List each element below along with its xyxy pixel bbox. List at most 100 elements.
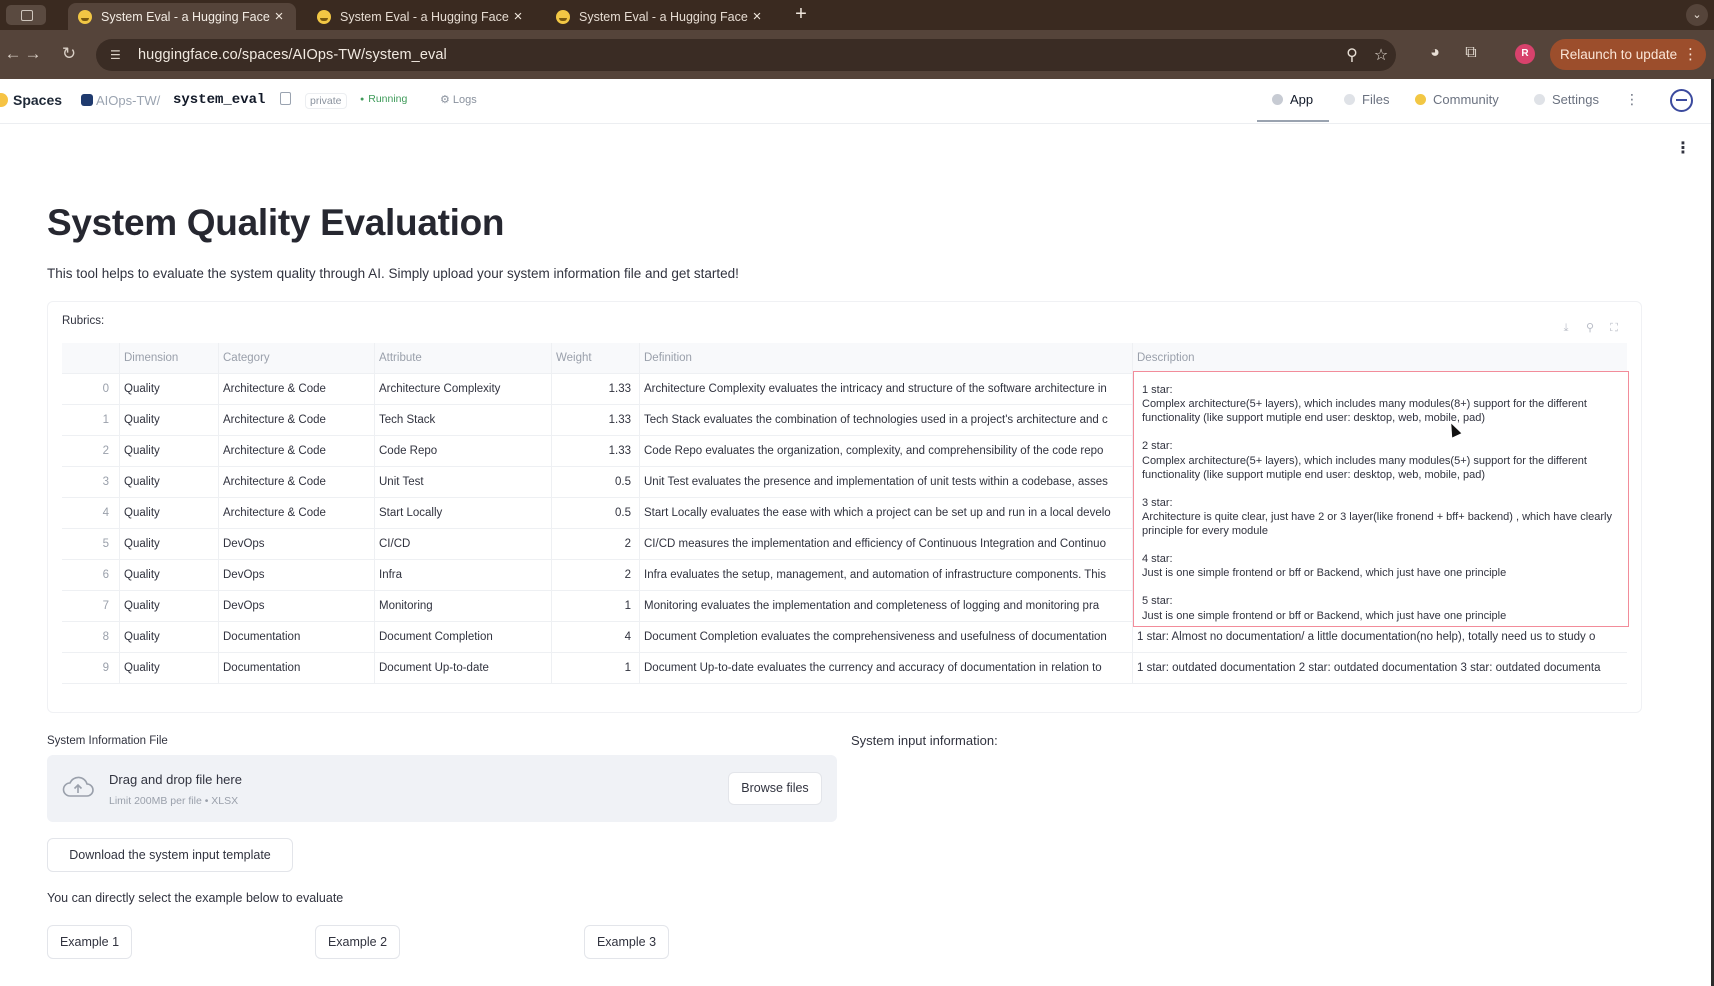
cell-weight[interactable]: 4 (552, 622, 640, 653)
hugging-face-logo-icon[interactable] (0, 93, 8, 107)
cell-dimension[interactable]: Quality (120, 653, 219, 684)
cell-dimension[interactable]: Quality (120, 405, 219, 436)
fullscreen-icon[interactable]: ⛶ (1607, 321, 1621, 335)
back-arrow-icon[interactable]: ← (2, 43, 24, 65)
cell-weight[interactable]: 1 (552, 653, 640, 684)
tab-files[interactable]: Files (1344, 92, 1389, 107)
column-header-description[interactable]: Description (1133, 343, 1627, 374)
cell-dimension[interactable]: Quality (120, 436, 219, 467)
logs-link[interactable]: ⚙ Logs (440, 93, 477, 106)
cell-attribute[interactable]: Monitoring (375, 591, 552, 622)
cell-definition[interactable]: Code Repo evaluates the organization, co… (640, 436, 1133, 467)
extension-icon[interactable]: ◕ (1425, 43, 1445, 63)
cell-definition[interactable]: Unit Test evaluates the presence and imp… (640, 467, 1133, 498)
example-3-button[interactable]: Example 3 (584, 925, 669, 959)
cell-weight[interactable]: 0.5 (552, 498, 640, 529)
forward-arrow-icon[interactable]: → (22, 43, 44, 65)
cell-attribute[interactable]: Tech Stack (375, 405, 552, 436)
cell-attribute[interactable]: Document Completion (375, 622, 552, 653)
app-main-menu-icon[interactable]: ⋮ (1675, 141, 1691, 157)
extensions-puzzle-icon[interactable]: ⧉ (1461, 43, 1481, 63)
cell-weight[interactable]: 0.5 (552, 467, 640, 498)
cell-category[interactable]: Architecture & Code (219, 498, 375, 529)
browser-tab-2[interactable]: System Eval - a Hugging Face × (307, 3, 535, 30)
zoom-search-icon[interactable]: ⚲ (1343, 47, 1361, 65)
reload-icon[interactable]: ↻ (58, 43, 80, 65)
cell-weight[interactable]: 2 (552, 529, 640, 560)
close-tab-icon[interactable]: × (272, 8, 286, 25)
relaunch-button[interactable]: Relaunch to update ⋮ (1550, 39, 1706, 70)
cell-weight[interactable]: 1.33 (552, 405, 640, 436)
new-tab-icon[interactable]: + (790, 3, 812, 25)
download-template-button[interactable]: Download the system input template (47, 838, 293, 872)
cell-dimension[interactable]: Quality (120, 498, 219, 529)
cell-dimension[interactable]: Quality (120, 560, 219, 591)
org-name[interactable]: AIOps-TW (96, 93, 157, 108)
cell-attribute[interactable]: Document Up-to-date (375, 653, 552, 684)
close-tab-icon[interactable]: × (511, 8, 525, 25)
cell-dimension[interactable]: Quality (120, 374, 219, 405)
column-header-weight[interactable]: Weight (552, 343, 640, 374)
status-badge[interactable]: Running (360, 93, 407, 105)
cell-weight[interactable]: 2 (552, 560, 640, 591)
example-1-button[interactable]: Example 1 (47, 925, 132, 959)
cell-attribute[interactable]: Start Locally (375, 498, 552, 529)
cell-definition[interactable]: Document Completion evaluates the compre… (640, 622, 1133, 653)
tab-list-chevron-icon[interactable]: ⌄ (1686, 4, 1708, 26)
spaces-link[interactable]: Spaces (13, 92, 62, 108)
cell-attribute[interactable]: Code Repo (375, 436, 552, 467)
table-row[interactable]: 9 Quality Documentation Document Up-to-date… (62, 653, 1627, 684)
cell-attribute[interactable]: Architecture Complexity (375, 374, 552, 405)
cell-description[interactable]: 1 star: outdated documentation 2 star: o… (1133, 653, 1627, 684)
cell-definition[interactable]: Start Locally evaluates the ease with wh… (640, 498, 1133, 529)
cell-definition[interactable]: Monitoring evaluates the implementation … (640, 591, 1133, 622)
browser-tab-3[interactable]: System Eval - a Hugging Face × (546, 3, 774, 30)
cell-definition[interactable]: Document Up-to-date evaluates the curren… (640, 653, 1133, 684)
cell-category[interactable]: Architecture & Code (219, 467, 375, 498)
file-dropzone[interactable]: Drag and drop file here Limit 200MB per … (47, 755, 837, 822)
cell-definition[interactable]: Architecture Complexity evaluates the in… (640, 374, 1133, 405)
description-cell-expanded[interactable]: 1 star: Complex architecture(5+ layers), … (1133, 371, 1629, 627)
cell-category[interactable]: Architecture & Code (219, 405, 375, 436)
column-header-dimension[interactable]: Dimension (120, 343, 219, 374)
cell-category[interactable]: Documentation (219, 622, 375, 653)
cell-attribute[interactable]: CI/CD (375, 529, 552, 560)
more-options-icon[interactable]: ⋮ (1625, 91, 1639, 108)
close-tab-icon[interactable]: × (750, 8, 764, 25)
cell-weight[interactable]: 1.33 (552, 374, 640, 405)
tab-search-icon[interactable] (6, 5, 46, 25)
tab-settings[interactable]: Settings (1534, 92, 1599, 107)
kebab-menu-icon[interactable]: ⋮ (1683, 45, 1698, 63)
column-header-definition[interactable]: Definition (640, 343, 1133, 374)
cell-attribute[interactable]: Infra (375, 560, 552, 591)
tab-community[interactable]: Community (1415, 92, 1499, 107)
cell-category[interactable]: Documentation (219, 653, 375, 684)
browser-tab-1[interactable]: System Eval - a Hugging Face × (68, 3, 296, 30)
example-2-button[interactable]: Example 2 (315, 925, 400, 959)
org-breadcrumb[interactable]: AIOps-TW/ (96, 93, 160, 108)
cell-dimension[interactable]: Quality (120, 467, 219, 498)
profile-avatar[interactable]: R (1515, 44, 1535, 64)
cell-category[interactable]: DevOps (219, 560, 375, 591)
cell-definition[interactable]: Infra evaluates the setup, management, a… (640, 560, 1133, 591)
browse-files-button[interactable]: Browse files (728, 772, 822, 805)
cell-category[interactable]: Architecture & Code (219, 374, 375, 405)
cell-dimension[interactable]: Quality (120, 622, 219, 653)
cell-definition[interactable]: Tech Stack evaluates the combination of … (640, 405, 1133, 436)
cell-definition[interactable]: CI/CD measures the implementation and ef… (640, 529, 1133, 560)
column-header-category[interactable]: Category (219, 343, 375, 374)
space-name[interactable]: system_eval (173, 92, 265, 108)
site-info-icon[interactable]: ☰ (110, 47, 126, 63)
cell-category[interactable]: DevOps (219, 529, 375, 560)
cell-dimension[interactable]: Quality (120, 591, 219, 622)
cell-category[interactable]: Architecture & Code (219, 436, 375, 467)
bookmark-star-icon[interactable]: ☆ (1372, 47, 1390, 65)
cell-attribute[interactable]: Unit Test (375, 467, 552, 498)
download-icon[interactable]: ⤓ (1559, 321, 1573, 335)
copy-icon[interactable] (280, 92, 291, 105)
search-icon[interactable]: ⚲ (1583, 321, 1597, 335)
cell-weight[interactable]: 1 (552, 591, 640, 622)
column-header-attribute[interactable]: Attribute (375, 343, 552, 374)
user-avatar[interactable] (1670, 89, 1693, 112)
address-bar[interactable]: ☰ huggingface.co/spaces/AIOps-TW/system_… (96, 39, 1396, 71)
